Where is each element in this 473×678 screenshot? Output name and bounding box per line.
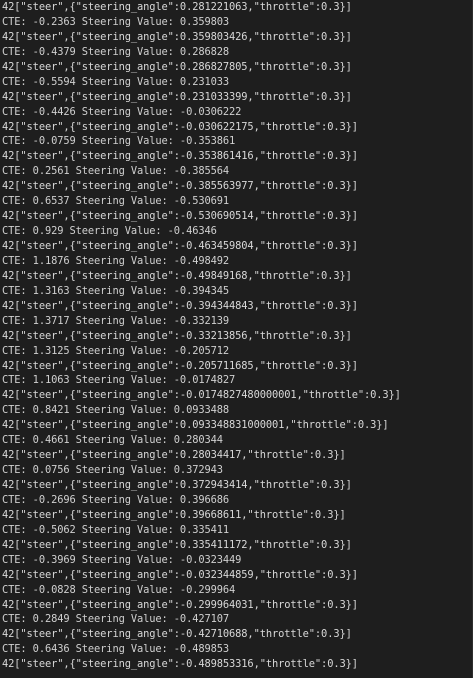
log-line: CTE: -0.4426 Steering Value: -0.0306222 — [2, 105, 242, 118]
log-line: 42["steer",{"steering_angle":-0.29996403… — [2, 598, 358, 611]
log-line: CTE: 0.2849 Steering Value: -0.427107 — [2, 613, 230, 626]
log-line: 42["steer",{"steering_angle":-0.33213856… — [2, 329, 352, 342]
terminal-output[interactable]: 42["steer",{"steering_angle":0.281221063… — [0, 0, 473, 678]
log-line: 42["steer",{"steering_angle":-0.35386141… — [2, 150, 358, 163]
log-line: 42["steer",{"steering_angle":-0.03062217… — [2, 120, 358, 133]
log-line: CTE: -0.5062 Steering Value: 0.335411 — [2, 523, 230, 536]
log-line: CTE: -0.4379 Steering Value: 0.286828 — [2, 45, 230, 58]
log-line: 42["steer",{"steering_angle":0.281221063… — [2, 1, 352, 13]
log-line: 42["steer",{"steering_angle":-0.42710688… — [2, 628, 352, 641]
log-line: 42["steer",{"steering_angle":-0.03234485… — [2, 568, 358, 581]
log-line: 42["steer",{"steering_angle":0.093348831… — [2, 419, 389, 432]
log-line: CTE: 0.6537 Steering Value: -0.530691 — [2, 195, 230, 208]
log-line: 42["steer",{"steering_angle":-0.38556397… — [2, 180, 358, 193]
log-line: 42["steer",{"steering_angle":0.286827805… — [2, 60, 352, 73]
log-line: CTE: 0.929 Steering Value: -0.46346 — [2, 225, 217, 238]
log-line: CTE: 0.0756 Steering Value: 0.372943 — [2, 464, 223, 477]
log-line: 42["steer",{"steering_angle":-0.53069051… — [2, 210, 358, 223]
log-line: CTE: 1.3717 Steering Value: -0.332139 — [2, 314, 230, 327]
log-line: CTE: 1.3163 Steering Value: -0.394345 — [2, 284, 230, 297]
log-line: 42["steer",{"steering_angle":0.335411172… — [2, 538, 352, 551]
log-line: 42["steer",{"steering_angle":0.231033399… — [2, 90, 352, 103]
log-line: CTE: -0.0828 Steering Value: -0.299964 — [2, 583, 236, 596]
log-line: CTE: -0.2363 Steering Value: 0.359803 — [2, 15, 230, 28]
log-line: 42["steer",{"steering_angle":0.39668611,… — [2, 508, 346, 521]
log-line: 42["steer",{"steering_angle":0.372943414… — [2, 479, 352, 491]
log-line: 42["steer",{"steering_angle":-0.49849168… — [2, 269, 352, 282]
log-line: CTE: 0.8421 Steering Value: 0.0933488 — [2, 404, 230, 417]
log-line: CTE: -0.2696 Steering Value: 0.396686 — [2, 493, 230, 506]
log-line: 42["steer",{"steering_angle":-0.39434484… — [2, 299, 358, 312]
log-line: CTE: 0.4661 Steering Value: 0.280344 — [2, 434, 223, 447]
log-line: CTE: -0.5594 Steering Value: 0.231033 — [2, 75, 230, 88]
log-line: CTE: 1.1063 Steering Value: -0.0174827 — [2, 374, 236, 387]
log-line: CTE: 1.3125 Steering Value: -0.205712 — [2, 344, 230, 357]
log-line: 42["steer",{"steering_angle":-0.01748274… — [2, 389, 401, 402]
log-line: CTE: 0.2561 Steering Value: -0.385564 — [2, 165, 230, 178]
log-line: CTE: -0.0759 Steering Value: -0.353861 — [2, 135, 236, 148]
log-line: 42["steer",{"steering_angle":0.28034417,… — [2, 449, 346, 462]
log-line: 42["steer",{"steering_angle":-0.46345980… — [2, 240, 358, 252]
log-line: 42["steer",{"steering_angle":-0.20571168… — [2, 359, 358, 372]
log-line: CTE: 1.1876 Steering Value: -0.498492 — [2, 254, 230, 267]
log-line: CTE: 0.6436 Steering Value: -0.489853 — [2, 643, 230, 656]
log-line: 42["steer",{"steering_angle":-0.48985331… — [2, 658, 358, 671]
log-line: CTE: -0.3969 Steering Value: -0.0323449 — [2, 553, 242, 566]
log-line: 42["steer",{"steering_angle":0.359803426… — [2, 30, 352, 43]
